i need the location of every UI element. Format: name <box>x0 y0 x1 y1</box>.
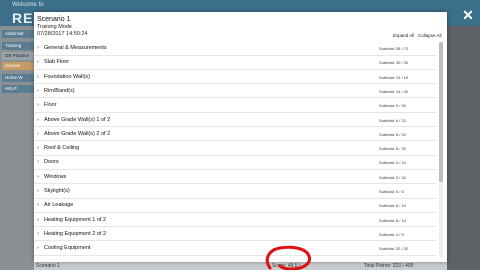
category-subtotal: Subtotal: 8 / 14 <box>379 217 406 223</box>
modal-datetime: 07/28/2017 14:50:24 <box>37 31 88 37</box>
scenario-modal: Scenario 1 Training Mode 07/28/2017 14:5… <box>34 12 447 262</box>
category-subtotal: Subtotal: 9 / 45 <box>379 103 406 109</box>
sidebar-item-home[interactable]: Home W <box>2 74 34 82</box>
chevron-right-icon: › <box>37 73 39 80</box>
category-row[interactable]: › Skylight(s) Subtotal: 0 / 6 <box>34 185 436 199</box>
category-label: General & Measurements <box>44 45 107 51</box>
sidebar-item-practice[interactable]: OS Practice <box>2 52 34 60</box>
category-subtotal: Subtotal: 6 / 22 <box>379 131 406 137</box>
chevron-right-icon: › <box>37 202 39 209</box>
chevron-right-icon: › <box>37 87 39 94</box>
category-label: Floor <box>44 102 57 109</box>
category-row[interactable]: › Foundation Wall(s) Subtotal: 13 / 19 <box>34 71 436 85</box>
category-label: Heating Equipment 2 of 2 <box>44 230 107 237</box>
sidebar-item-scenario[interactable]: Scenari <box>2 62 34 70</box>
category-subtotal: Subtotal: 0 / 12 <box>379 160 406 166</box>
category-row[interactable]: › General & Measurements Subtotal: 35 / 72 <box>34 42 436 56</box>
chevron-right-icon: › <box>37 188 39 194</box>
modal-title: Scenario 1 <box>37 16 71 23</box>
expand-all-link[interactable]: Expand All <box>393 33 414 38</box>
category-row[interactable]: › Slab Floor Subtotal: 30 / 30 <box>34 56 436 70</box>
category-subtotal: Subtotal: 0 / 6 <box>379 189 404 194</box>
category-label: Roof & Ceiling <box>44 145 80 152</box>
chevron-right-icon: › <box>37 173 39 180</box>
category-label: Heating Equipment 1 of 2 <box>44 216 107 223</box>
annotation-stroke <box>265 245 312 270</box>
app-right-panel <box>447 26 480 270</box>
category-label: Air Leakage <box>44 202 74 209</box>
category-label: Foundation Wall(s) <box>44 73 90 80</box>
chevron-right-icon: › <box>37 102 39 109</box>
category-label: Skylight(s) <box>44 188 70 194</box>
sidebar-item-admin[interactable]: Administr <box>2 30 34 38</box>
category-label: Above Grade Wall(s) 1 of 2 <box>44 116 111 123</box>
category-row[interactable]: › Rim/Band(s) Subtotal: 14 / 42 <box>34 85 436 99</box>
scrollbar-thumb[interactable] <box>439 42 443 182</box>
welcome-text: Welcome to <box>12 2 44 8</box>
chevron-right-icon: › <box>37 145 39 152</box>
category-subtotal: Subtotal: 3 / 5 <box>379 231 404 237</box>
category-row[interactable]: › Cooling Equipment Subtotal: 32 / 32 <box>34 242 436 256</box>
category-subtotal: Subtotal: 6 / 10 <box>379 203 406 209</box>
chevron-right-icon: › <box>37 59 39 66</box>
category-row[interactable]: › Heating Equipment 1 of 2 Subtotal: 8 / 1… <box>34 214 436 228</box>
chevron-right-icon: › <box>37 116 39 123</box>
category-label: Doors <box>44 159 59 166</box>
category-label: Slab Floor <box>44 59 70 66</box>
category-row[interactable]: › Floor Subtotal: 9 / 45 <box>34 99 436 113</box>
chevron-right-icon: › <box>37 159 39 166</box>
modal-subtitle: Training Mode <box>37 24 72 30</box>
chevron-right-icon: › <box>37 130 39 137</box>
red-annotation-circle <box>265 245 312 270</box>
collapse-all-link[interactable]: Collapse All <box>418 33 442 38</box>
category-label: Rim/Band(s) <box>44 87 75 94</box>
chevron-right-icon: › <box>37 45 39 51</box>
category-label: Windows <box>44 173 67 180</box>
footer-scenario: Scenario 1 <box>36 263 60 269</box>
category-row[interactable]: › Heating Equipment 2 of 2 Subtotal: 3 / 5 <box>34 228 436 242</box>
category-subtotal: Subtotal: 35 / 72 <box>379 46 409 51</box>
footer-total-points: Total Points: 323 / 400 <box>364 263 414 269</box>
category-row[interactable]: › Air Leakage Subtotal: 6 / 10 <box>34 199 436 213</box>
chevron-right-icon: › <box>37 245 39 252</box>
category-subtotal: Subtotal: 13 / 19 <box>379 74 409 80</box>
category-label: Cooling Equipment <box>44 245 91 252</box>
sidebar-item-training[interactable]: Training <box>2 42 34 50</box>
chevron-right-icon: › <box>37 230 39 237</box>
category-subtotal: Subtotal: 6 / 22 <box>379 117 406 123</box>
category-subtotal: Subtotal: 30 / 30 <box>379 60 409 66</box>
chevron-right-icon: › <box>37 216 39 223</box>
app-footer: Scenario 1 Score: 49.5 / ... Total Point… <box>34 262 447 270</box>
category-subtotal: Subtotal: 3 / 42 <box>379 174 406 180</box>
category-row[interactable]: › Windows Subtotal: 3 / 42 <box>34 171 436 185</box>
sidebar-item-help[interactable]: HELP <box>2 85 34 93</box>
category-subtotal: Subtotal: 32 / 32 <box>379 246 409 252</box>
category-row[interactable]: › Doors Subtotal: 0 / 12 <box>34 156 436 170</box>
category-subtotal: Subtotal: 14 / 42 <box>379 88 409 94</box>
category-row[interactable]: › Roof & Ceiling Subtotal: 6 / 20 <box>34 142 436 156</box>
app-sidebar: Administr Training OS Practice Scenari H… <box>0 26 34 270</box>
category-row[interactable]: › Above Grade Wall(s) 2 of 2 Subtotal: 6 /… <box>34 128 436 142</box>
category-subtotal: Subtotal: 6 / 20 <box>379 146 406 152</box>
category-row[interactable]: › Above Grade Wall(s) 1 of 2 Subtotal: 6 /… <box>34 114 436 127</box>
category-label: Above Grade Wall(s) 2 of 2 <box>44 130 111 137</box>
close-icon[interactable]: ✕ <box>461 8 475 22</box>
